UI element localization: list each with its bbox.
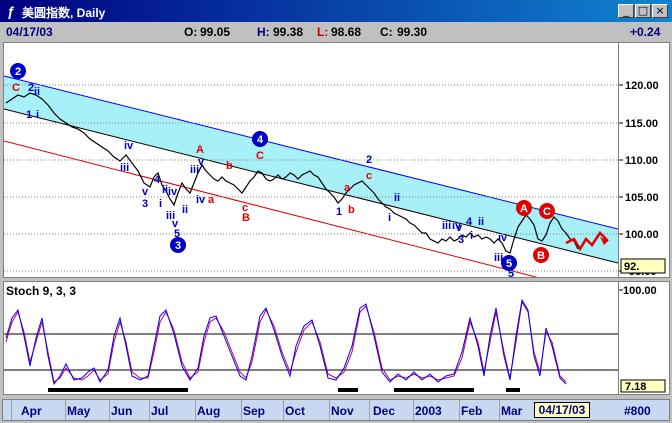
svg-text:3: 3: [142, 198, 148, 210]
svg-text:C: C: [543, 206, 551, 218]
price-scale[interactable]: 120.00 115.00 110.00 105.00 100.00 95.00…: [619, 42, 670, 278]
svg-text:5: 5: [506, 258, 512, 270]
close-button[interactable]: ×: [652, 4, 668, 18]
circle-label-A: A: [516, 200, 532, 216]
circle-label-4: 4: [252, 131, 268, 147]
circle-label-C: C: [539, 203, 555, 219]
price-tick-110: 110.00: [625, 155, 658, 167]
stochastic-scale-svg: 100.00 7.18: [619, 285, 666, 393]
circle-label-3: 3: [170, 237, 186, 253]
window-title-bar: ƒ 美圆指数, Daily _ □ ×: [0, 0, 672, 22]
svg-text:b: b: [226, 160, 233, 172]
month-label-dec: Dec: [373, 404, 396, 418]
stochastic-scale[interactable]: 100.00 7.18: [619, 281, 670, 395]
svg-text:ii: ii: [34, 86, 40, 98]
month-label-sep: Sep: [243, 404, 266, 418]
window-title: 美圆指数, Daily: [22, 6, 106, 20]
low-value: 98.68: [331, 25, 362, 39]
svg-text:2: 2: [366, 154, 372, 166]
circle-label-B: B: [533, 247, 549, 263]
stochastic-chart: Stoch 9, 3, 3: [4, 284, 618, 392]
svg-text:c: c: [366, 170, 372, 182]
price-chart-pane[interactable]: 2 ii 1i iv iii v3 4 ii iv i iii v5 ii iii…: [3, 42, 619, 299]
month-label-apr: Apr: [21, 404, 42, 418]
month-label-aug: Aug: [197, 404, 221, 418]
svg-text:C: C: [256, 150, 264, 162]
svg-text:B: B: [537, 250, 545, 262]
svg-text:1: 1: [336, 206, 342, 218]
svg-text:B: B: [242, 212, 250, 224]
close-label: C:: [380, 25, 393, 39]
high-value: 99.38: [273, 25, 304, 39]
change-value: +0.24: [630, 25, 661, 39]
svg-text:ii: ii: [182, 204, 188, 216]
svg-text:4: 4: [257, 134, 264, 146]
svg-text:iii: iii: [120, 162, 129, 174]
svg-text:i: i: [470, 230, 473, 242]
svg-text:iv: iv: [196, 194, 206, 206]
quote-info-bar: 04/17/03 O: 99.05 H: 99.38 L: 98.68 C: 9…: [2, 23, 670, 41]
svg-text:iv: iv: [168, 186, 178, 198]
price-tick-100: 100.00: [625, 229, 659, 241]
svg-text:iii: iii: [442, 220, 451, 232]
quote-date: 04/17/03: [6, 25, 53, 39]
low-label: L:: [317, 25, 329, 39]
svg-text:3: 3: [458, 234, 464, 246]
price-tick-115: 115.00: [625, 118, 658, 130]
month-label-nov: Nov: [331, 404, 354, 418]
circle-label-5: 5: [501, 255, 517, 271]
svg-text:a: a: [344, 182, 351, 194]
current-date-marker: 04/17/03: [534, 402, 590, 418]
stoch-scale-top: 100.00: [623, 285, 657, 297]
price-scale-svg: 120.00 115.00 110.00 105.00 100.00 95.00…: [619, 80, 666, 278]
close-value: 99.30: [397, 25, 428, 39]
price-tick-105: 105.00: [625, 192, 659, 204]
svg-text:ii: ii: [394, 192, 400, 204]
price-tick-120: 120.00: [625, 80, 659, 92]
svg-text:v: v: [198, 156, 205, 168]
app-icon: ƒ: [7, 3, 15, 19]
channel-mid-line: [3, 108, 619, 264]
svg-text:4: 4: [154, 174, 161, 186]
svg-text:i: i: [388, 212, 391, 224]
svg-text:v: v: [456, 222, 463, 234]
month-label-feb: Feb: [461, 404, 483, 418]
month-label-jul: Jul: [151, 404, 169, 418]
last-price-value: 92.: [624, 261, 639, 273]
svg-text:i: i: [159, 198, 162, 210]
svg-text:2: 2: [15, 66, 21, 78]
svg-text:b: b: [348, 204, 355, 216]
stoch-scale-bottom: 7.18: [625, 381, 646, 393]
svg-text:v: v: [142, 186, 149, 198]
month-label-2003: 2003: [415, 404, 442, 418]
svg-text:3: 3: [175, 240, 181, 252]
bar-count: #800: [624, 404, 651, 418]
stoch-k-line: [5, 298, 567, 386]
month-label-oct: Oct: [285, 404, 306, 418]
month-label-mar: Mar: [501, 404, 523, 418]
svg-text:A: A: [520, 203, 528, 215]
svg-text:iv: iv: [124, 140, 134, 152]
svg-text:i: i: [36, 109, 39, 121]
svg-text:1: 1: [26, 109, 32, 121]
stoch-label: Stoch 9, 3, 3: [6, 284, 76, 298]
high-label: H:: [257, 25, 270, 39]
stochastic-pane[interactable]: Stoch 9, 3, 3: [3, 281, 619, 395]
svg-text:ii: ii: [478, 216, 484, 228]
open-value: 99.05: [200, 25, 231, 39]
oversold-bars: [48, 388, 520, 392]
channel-fill: [4, 76, 618, 263]
price-chart: 2 ii 1i iv iii v3 4 ii iv i iii v5 ii iii…: [3, 63, 619, 299]
svg-text:A: A: [196, 144, 204, 156]
maximize-button[interactable]: □: [635, 4, 651, 18]
svg-text:a: a: [208, 194, 215, 206]
month-label-jun: Jun: [111, 404, 133, 418]
svg-text:C: C: [12, 82, 20, 94]
month-label-may: May: [67, 404, 91, 418]
circle-label-2: 2: [10, 63, 26, 79]
svg-text:4: 4: [466, 216, 473, 228]
svg-text:iv: iv: [498, 232, 508, 244]
minimize-button[interactable]: _: [618, 4, 634, 18]
open-label: O:: [184, 25, 198, 39]
